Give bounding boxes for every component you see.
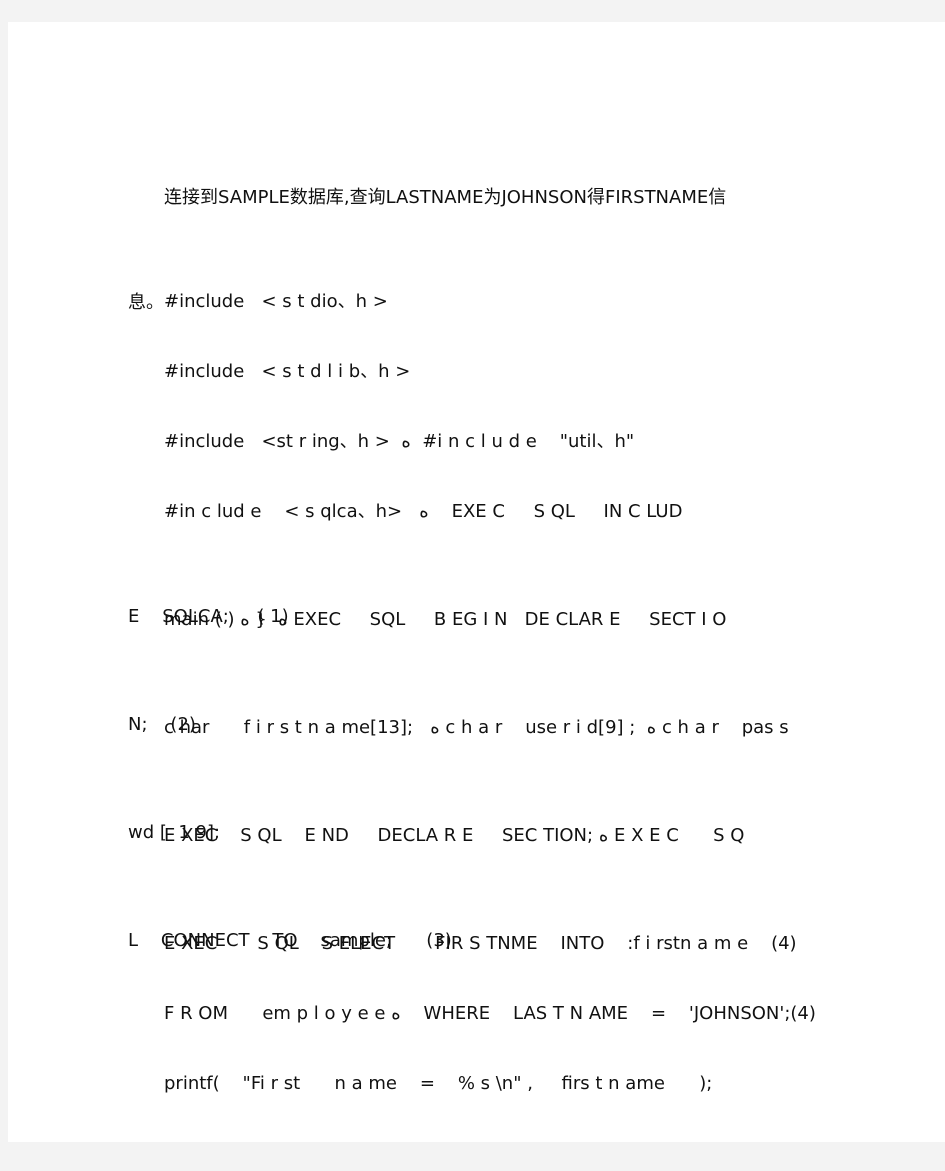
text-line: E XEC S QL E ND DECLA R E SEC TION; ﻩ E … — [164, 825, 745, 846]
document-page: 连接到SAMPLE数据库,查询LASTNAME为JOHNSON得FIRSTNAM… — [8, 22, 945, 1142]
code-line-printf: printf( "Fi r st n a me = % s \n" , firs… — [128, 996, 828, 1171]
text-line: c har f i r s t n a me[13]; ﻩ c h a r us… — [164, 717, 789, 738]
text-line: printf( "Fi r st n a me = % s \n" , firs… — [164, 1073, 713, 1094]
text-line: 连接到SAMPLE数据库,查询LASTNAME为JOHNSON得FIRSTNAM… — [164, 187, 727, 208]
text-line: #in c lud e < s qlca、h> ﻩ EXE C S QL IN … — [164, 501, 683, 522]
text-line: main ( ) ﻩ { ﻩ EXEC SQL B EG I N DE CLAR… — [164, 609, 727, 630]
